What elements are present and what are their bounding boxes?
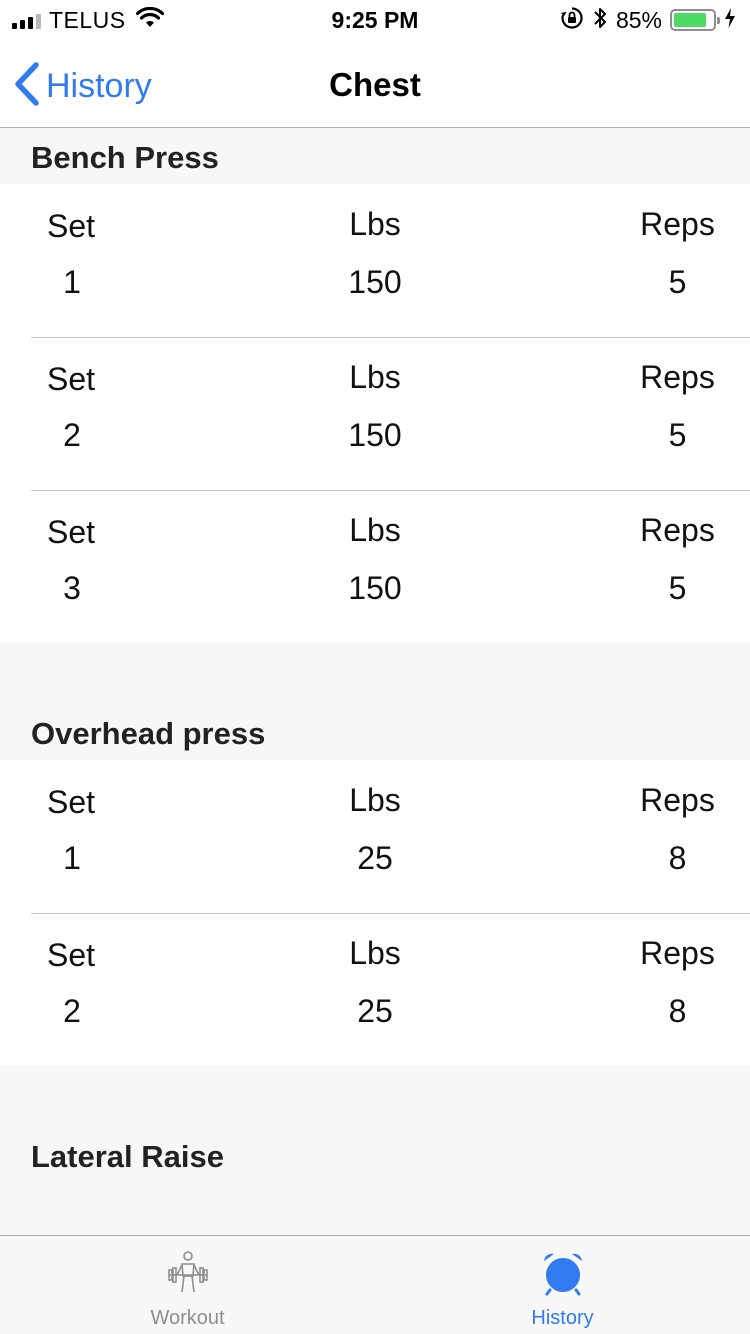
tab-workout[interactable]: Workout [0, 1236, 375, 1334]
reps-value: 5 [668, 264, 687, 300]
reps-column-label: Reps [640, 359, 715, 395]
charging-bolt-icon [724, 7, 736, 34]
workout-history-list[interactable]: Bench Press Set Lbs Reps 1 150 5 Set Lbs… [0, 129, 750, 1235]
alarm-clock-icon [540, 1250, 586, 1301]
status-right: 85% [560, 6, 736, 34]
exercise-sets: Set Lbs Reps 1 25 8 Set Lbs Reps 2 25 8 [0, 760, 750, 1066]
reps-column-label: Reps [640, 782, 715, 818]
lbs-column-label: Lbs [349, 206, 401, 242]
battery-icon [670, 9, 720, 31]
set-column-label: Set [47, 208, 96, 244]
page-title: Chest [329, 66, 421, 103]
set-number: 2 [63, 417, 81, 453]
reps-column-label: Reps [640, 512, 715, 548]
set-column-label: Set [47, 937, 96, 973]
lbs-column-label: Lbs [349, 782, 401, 818]
lbs-value: 150 [348, 570, 402, 606]
exercise-sets: Set Lbs Reps 1 150 5 Set Lbs Reps 2 150 … [0, 184, 750, 643]
lbs-value: 25 [357, 993, 393, 1029]
set-number: 3 [63, 570, 81, 606]
lbs-value: 150 [348, 264, 402, 300]
set-number: 1 [63, 840, 81, 876]
reps-value: 8 [668, 840, 687, 876]
orientation-lock-icon [560, 6, 584, 35]
reps-value: 5 [668, 570, 687, 606]
set-column-label: Set [47, 784, 96, 820]
exercise-header: Overhead press [31, 716, 266, 751]
battery-percent: 85% [615, 6, 662, 33]
set-row: Set Lbs Reps 3 150 5 [0, 490, 750, 643]
tab-bar: Workout History [0, 1235, 750, 1334]
reps-column-label: Reps [640, 206, 715, 242]
lbs-value: 150 [348, 417, 402, 453]
tab-history[interactable]: History [375, 1236, 750, 1334]
set-column-label: Set [47, 514, 96, 550]
lbs-column-label: Lbs [349, 359, 401, 395]
navigation-bar: History Chest [0, 40, 750, 128]
exercise-header: Bench Press [31, 140, 219, 175]
set-row: Set Lbs Reps 1 150 5 [0, 184, 750, 337]
weightlifter-icon [165, 1250, 211, 1301]
bluetooth-icon [592, 6, 608, 35]
set-row: Set Lbs Reps 2 25 8 [0, 913, 750, 1066]
lbs-column-label: Lbs [349, 935, 401, 971]
exercise-header: Lateral Raise [31, 1139, 224, 1174]
status-bar: TELUS 9:25 PM 85% [0, 0, 750, 40]
set-number: 2 [63, 993, 81, 1029]
set-number: 1 [63, 264, 81, 300]
lbs-value: 25 [357, 840, 393, 876]
set-column-label: Set [47, 361, 96, 397]
reps-value: 5 [668, 417, 687, 453]
reps-value: 8 [668, 993, 687, 1029]
set-row: Set Lbs Reps 1 25 8 [0, 760, 750, 913]
battery-level [674, 13, 707, 27]
set-row: Set Lbs Reps 2 150 5 [0, 337, 750, 490]
tab-label: History [531, 1307, 594, 1329]
reps-column-label: Reps [640, 935, 715, 971]
tab-label: Workout [150, 1307, 225, 1329]
lbs-column-label: Lbs [349, 512, 401, 548]
